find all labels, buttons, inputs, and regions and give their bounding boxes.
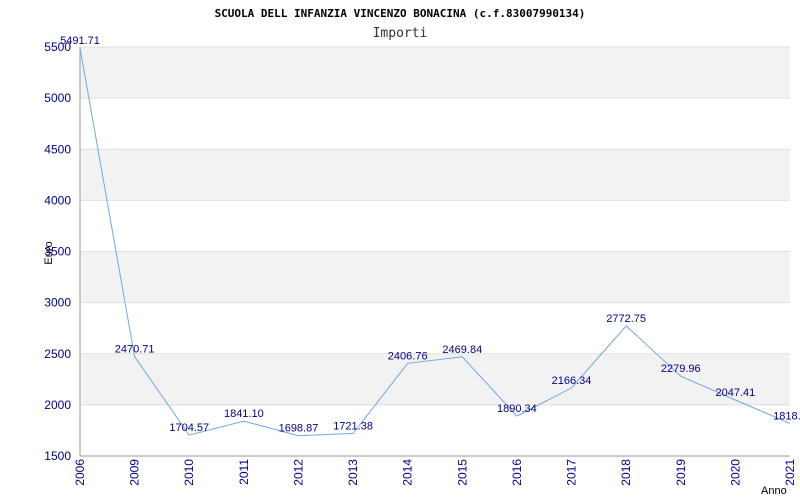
- data-label: 2166.34: [552, 375, 592, 387]
- plot-band: [80, 353, 790, 405]
- chart-subtitle: Importi: [373, 26, 428, 41]
- y-tick-label: 1500: [44, 449, 71, 463]
- data-label: 2406.76: [388, 350, 428, 362]
- data-label: 1698.87: [279, 423, 319, 435]
- x-tick-label: 2015: [455, 459, 469, 486]
- plot-band: [80, 251, 790, 303]
- data-label: 1704.57: [169, 422, 209, 434]
- y-tick-label: 2500: [44, 347, 71, 361]
- data-label: 1841.10: [224, 408, 264, 420]
- plot-band: [80, 302, 790, 354]
- y-tick-label: 2000: [44, 398, 71, 412]
- x-tick-label: 2014: [401, 459, 415, 486]
- x-tick-label: 2013: [346, 459, 360, 486]
- data-label: 2772.75: [606, 313, 646, 325]
- plot-band: [80, 200, 790, 252]
- x-tick-label: 2020: [728, 459, 742, 486]
- data-label: 1818.8: [773, 410, 800, 422]
- x-tick-label: 2006: [73, 459, 87, 486]
- x-tick-label: 2017: [565, 459, 579, 486]
- x-tick-label: 2011: [237, 459, 251, 485]
- data-label: 5491.71: [60, 35, 100, 47]
- x-tick-label: 2016: [510, 459, 524, 486]
- x-tick-label: 2009: [128, 459, 142, 486]
- y-tick-label: 3000: [44, 296, 71, 310]
- plot-band: [80, 98, 790, 150]
- data-label: 1721.38: [333, 420, 373, 432]
- data-label: 2470.71: [115, 344, 155, 356]
- data-label: 2279.96: [661, 363, 701, 375]
- x-tick-label: 2012: [291, 459, 305, 486]
- data-label: 2469.84: [442, 344, 482, 356]
- plot-band: [80, 47, 790, 99]
- x-tick-label: 2018: [619, 459, 633, 486]
- x-tick-labels: 2006 2009 2010 2011 2012 2013 2014 2015 2016 2017…: [73, 459, 797, 486]
- data-label: 1890.34: [497, 403, 537, 415]
- chart-title: SCUOLA DELL INFANZIA VINCENZO BONACINA (…: [215, 7, 586, 20]
- x-tick-label: 2019: [674, 459, 688, 486]
- data-label: 2047.41: [716, 387, 756, 399]
- y-tick-label: 5000: [44, 91, 71, 105]
- line-chart: 150020002500300035004000450050005500 200…: [43, 7, 800, 497]
- x-tick-label: 2010: [182, 459, 196, 486]
- y-tick-label: 4000: [44, 193, 71, 207]
- x-tick-label: 2021: [783, 459, 797, 486]
- y-tick-label: 4500: [44, 142, 71, 156]
- y-axis-label: Euro: [43, 241, 55, 264]
- x-axis-label: Anno: [761, 485, 787, 497]
- plot-band: [80, 149, 790, 201]
